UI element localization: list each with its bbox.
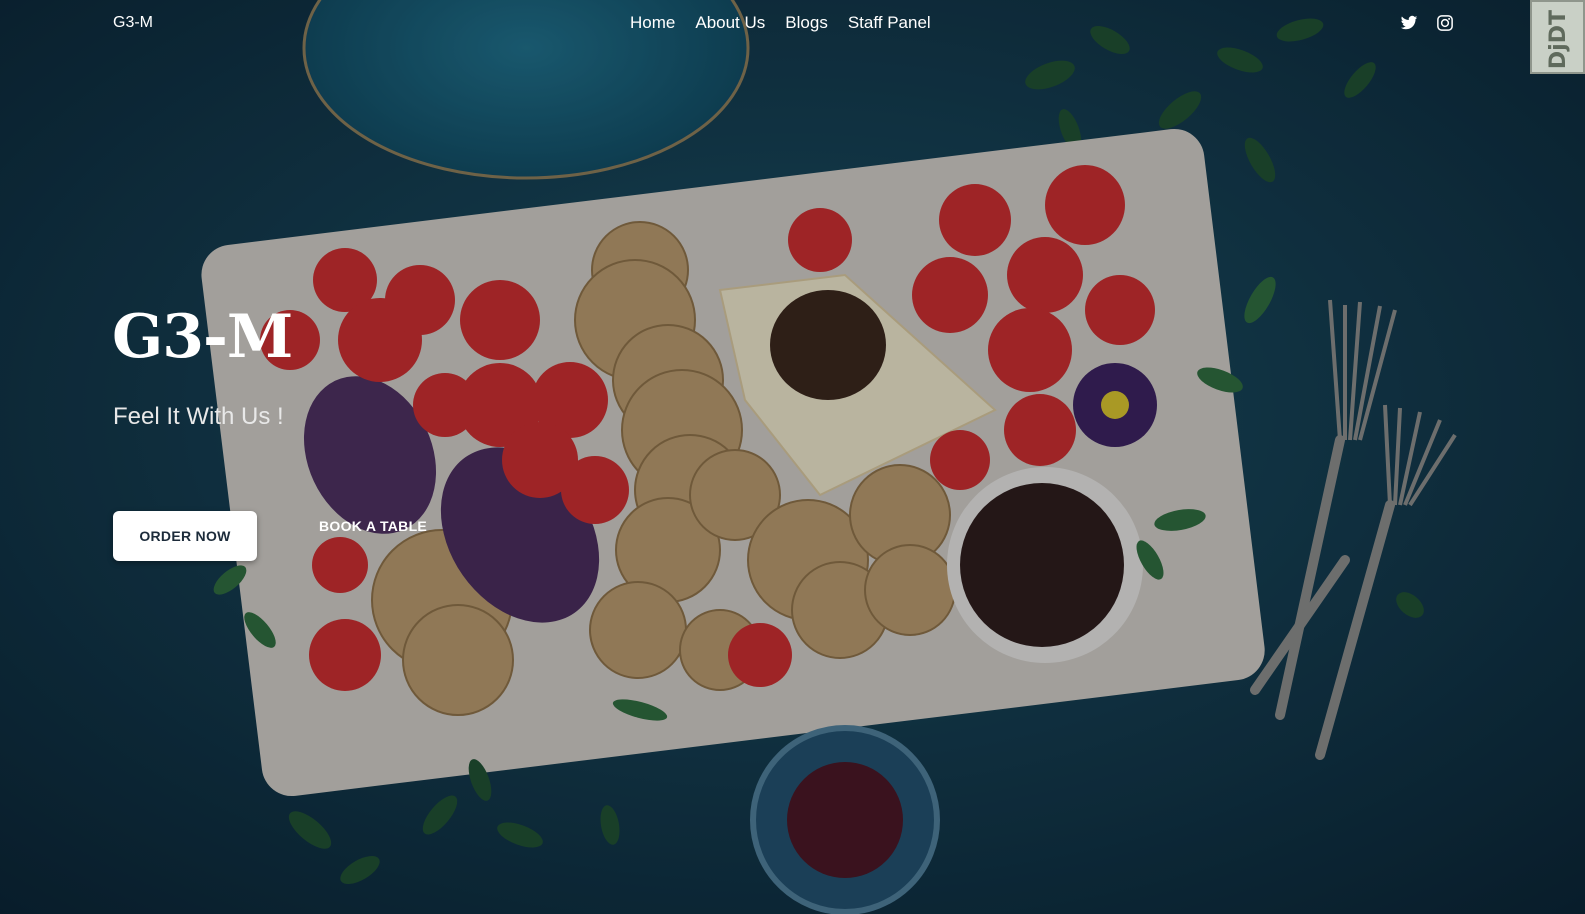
nav-links: Home About Us Blogs Staff Panel xyxy=(630,13,931,33)
brand-link[interactable]: G3-M xyxy=(113,14,153,32)
twitter-icon[interactable] xyxy=(1400,14,1418,32)
hero-section xyxy=(0,0,1585,914)
navbar: G3-M Home About Us Blogs Staff Panel xyxy=(0,0,1585,50)
social-links xyxy=(1400,14,1454,32)
nav-home[interactable]: Home xyxy=(630,13,675,33)
order-now-button[interactable]: ORDER NOW xyxy=(113,511,257,561)
book-a-table-button[interactable]: BOOK A TABLE xyxy=(313,512,433,540)
debug-toolbar-handle[interactable]: DjDT xyxy=(1530,0,1585,74)
instagram-icon[interactable] xyxy=(1436,14,1454,32)
hero-background-image xyxy=(0,0,1585,914)
debug-toolbar-label: DjDT xyxy=(1546,10,1571,70)
nav-about-us[interactable]: About Us xyxy=(695,13,765,33)
nav-blogs[interactable]: Blogs xyxy=(785,13,828,33)
hero-subtitle: Feel It With Us ! xyxy=(113,403,284,430)
hero-title: G3-M xyxy=(112,302,293,372)
nav-staff-panel[interactable]: Staff Panel xyxy=(848,13,931,33)
